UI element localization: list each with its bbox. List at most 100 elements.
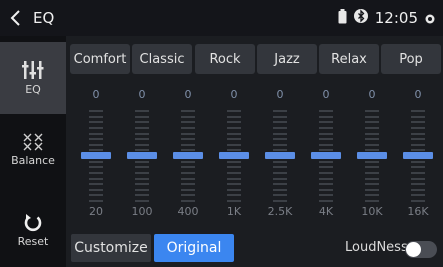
- slider-tick: [273, 110, 287, 112]
- slider-tick: [365, 177, 379, 180]
- slider-thumb[interactable]: [265, 152, 295, 159]
- slider-tick: [181, 110, 195, 112]
- slider-tick: [227, 171, 241, 174]
- slider-thumb[interactable]: [127, 152, 157, 159]
- slider-tick: [227, 183, 241, 186]
- slider-tick: [319, 171, 333, 174]
- band-slider-4k[interactable]: [308, 108, 344, 204]
- band-frequency: 16K: [407, 205, 429, 218]
- slider-tick: [365, 115, 379, 118]
- band-slider-16k[interactable]: [400, 108, 436, 204]
- slider-tick: [365, 121, 379, 124]
- reset-icon: [23, 212, 43, 232]
- band-value: 0: [184, 88, 192, 101]
- slider-tick: [411, 115, 425, 118]
- slider-tick: [135, 138, 149, 141]
- slider-tick: [365, 200, 379, 202]
- slider-tick: [273, 183, 287, 186]
- sidebar-item-label: EQ: [25, 83, 41, 96]
- slider-thumb[interactable]: [173, 152, 203, 159]
- slider-tick: [273, 194, 287, 197]
- slider-thumb[interactable]: [219, 152, 249, 159]
- slider-tick: [135, 110, 149, 112]
- preset-rock[interactable]: Rock: [195, 44, 255, 74]
- slider-tick: [89, 183, 103, 186]
- slider-tick: [365, 126, 379, 129]
- slider-tick: [135, 132, 149, 135]
- slider-tick: [89, 171, 103, 174]
- slider-tick: [273, 115, 287, 118]
- slider-tick: [411, 160, 425, 163]
- slider-tick: [89, 177, 103, 180]
- band-slider-10k[interactable]: [354, 108, 390, 204]
- slider-tick: [135, 183, 149, 186]
- slider-tick: [411, 183, 425, 186]
- slider-tick: [319, 115, 333, 118]
- preset-classic[interactable]: Classic: [132, 44, 192, 74]
- slider-tick: [365, 166, 379, 169]
- slider-tick: [273, 132, 287, 135]
- slider-tick: [135, 121, 149, 124]
- original-button[interactable]: Original: [154, 234, 234, 262]
- slider-tick: [319, 138, 333, 141]
- band-frequency: 400: [177, 205, 199, 218]
- status-area: 12:05: [338, 8, 435, 28]
- customize-button[interactable]: Customize: [71, 234, 151, 262]
- band-value: 0: [92, 88, 100, 101]
- band-slider-20[interactable]: [78, 108, 114, 204]
- preset-comfort[interactable]: Comfort: [70, 44, 130, 74]
- slider-tick: [181, 160, 195, 163]
- slider-tick: [273, 160, 287, 163]
- band-slider-100[interactable]: [124, 108, 160, 204]
- slider-thumb[interactable]: [311, 152, 341, 159]
- sidebar-item-balance[interactable]: Balance: [0, 114, 66, 186]
- slider-thumb[interactable]: [81, 152, 111, 159]
- band-slider-2-5k[interactable]: [262, 108, 298, 204]
- balance-icon: [23, 133, 43, 151]
- preset-jazz[interactable]: Jazz: [257, 44, 317, 74]
- slider-thumb[interactable]: [357, 152, 387, 159]
- slider-thumb[interactable]: [403, 152, 433, 159]
- slider-tick: [273, 200, 287, 202]
- clock: 12:05: [374, 9, 418, 27]
- slider-tick: [135, 126, 149, 129]
- eq-panel: 0 20 0 100 0 400 0 1K 0 2.5K 0 4K 0 10K …: [66, 80, 443, 226]
- slider-tick: [411, 126, 425, 129]
- slider-tick: [411, 132, 425, 135]
- slider-tick: [227, 115, 241, 118]
- sidebar-item-reset[interactable]: Reset: [0, 194, 66, 266]
- slider-tick: [319, 166, 333, 169]
- slider-tick: [89, 194, 103, 197]
- slider-tick: [365, 194, 379, 197]
- slider-tick: [89, 188, 103, 191]
- slider-tick: [273, 138, 287, 141]
- slider-tick: [135, 143, 149, 146]
- preset-pop[interactable]: Pop: [381, 44, 441, 74]
- slider-tick: [411, 110, 425, 112]
- sidebar: EQ Balance Reset: [0, 36, 66, 267]
- band-slider-400[interactable]: [170, 108, 206, 204]
- preset-relax[interactable]: Relax: [319, 44, 379, 74]
- slider-tick: [319, 110, 333, 112]
- band-value: 0: [322, 88, 330, 101]
- band-value: 0: [368, 88, 376, 101]
- band-value: 0: [414, 88, 422, 101]
- slider-tick: [365, 138, 379, 141]
- slider-tick: [135, 188, 149, 191]
- band-slider-1k[interactable]: [216, 108, 252, 204]
- slider-tick: [319, 183, 333, 186]
- slider-tick: [89, 143, 103, 146]
- slider-tick: [411, 143, 425, 146]
- slider-tick: [227, 166, 241, 169]
- chevron-left-icon[interactable]: [6, 8, 26, 28]
- band-value: 0: [276, 88, 284, 101]
- equalizer-icon: [22, 60, 44, 80]
- loudness-toggle[interactable]: [405, 241, 437, 258]
- slider-tick: [411, 177, 425, 180]
- slider-tick: [227, 177, 241, 180]
- slider-tick: [227, 188, 241, 191]
- band-frequency: 1K: [226, 205, 242, 218]
- slider-tick: [365, 171, 379, 174]
- slider-tick: [89, 132, 103, 135]
- sidebar-item-eq[interactable]: EQ: [0, 42, 66, 114]
